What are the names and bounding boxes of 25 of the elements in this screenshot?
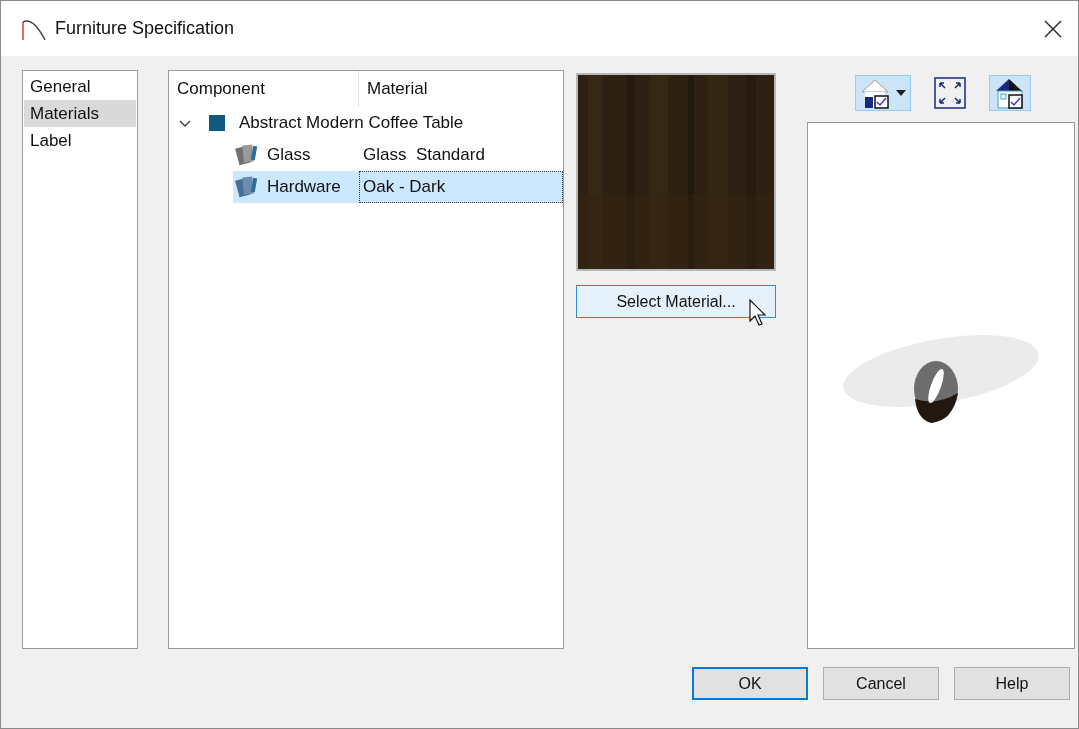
material-name: Glass Standard bbox=[362, 144, 486, 166]
toolbar-button[interactable] bbox=[989, 75, 1031, 111]
component-name: Glass bbox=[267, 145, 311, 165]
toolbar-button[interactable] bbox=[855, 75, 911, 111]
window-title: Furniture Specification bbox=[55, 18, 236, 39]
category-item[interactable]: Materials bbox=[24, 100, 136, 127]
category-item[interactable]: Label bbox=[24, 127, 136, 154]
category-item[interactable]: General bbox=[24, 73, 136, 100]
caret-icon bbox=[896, 90, 906, 96]
expand-icon bbox=[934, 77, 966, 109]
tree-item[interactable]: Abstract Modern Coffee Table bbox=[239, 113, 464, 133]
component-name: Hardware bbox=[267, 177, 341, 197]
tree-row[interactable]: Hardware Oak - Dark bbox=[233, 171, 563, 203]
square-icon bbox=[209, 115, 225, 131]
cursor-icon bbox=[749, 299, 767, 327]
chevron-icon[interactable] bbox=[179, 117, 191, 129]
dialog-button[interactable]: Cancel bbox=[823, 667, 939, 700]
house-check-icon bbox=[994, 77, 1026, 109]
column-header[interactable]: Material bbox=[359, 71, 563, 107]
material-name: Oak - Dark bbox=[359, 171, 563, 203]
house-check-icon bbox=[860, 77, 892, 109]
tree-row[interactable]: Glass Glass Standard bbox=[233, 139, 563, 171]
column-header[interactable]: Component bbox=[169, 71, 359, 107]
dialog-button[interactable]: OK bbox=[692, 667, 808, 700]
dialog-button[interactable]: Help bbox=[954, 667, 1070, 700]
